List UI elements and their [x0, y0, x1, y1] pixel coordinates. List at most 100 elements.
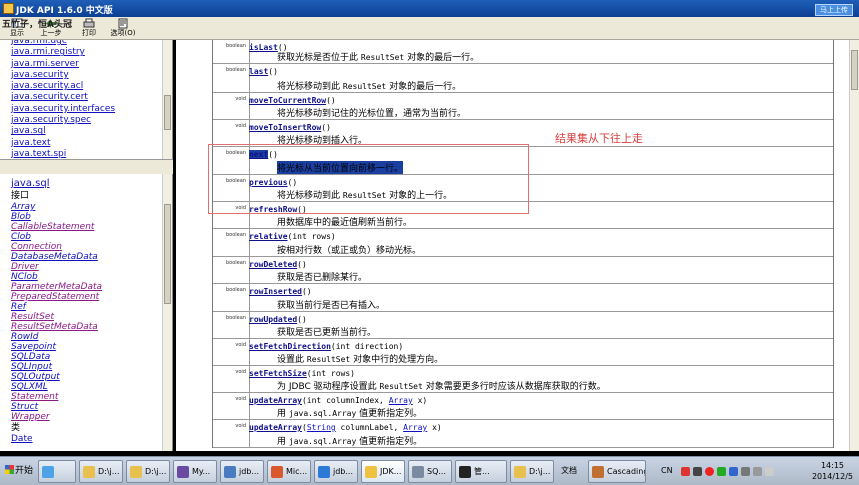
package-link[interactable]: java.security: [11, 70, 115, 81]
package-link[interactable]: java.rmi.dgc: [11, 40, 115, 47]
taskbar-button[interactable]: Cascading S: [588, 460, 646, 483]
taskbar-button[interactable]: 文档: [557, 460, 585, 483]
param-type-link[interactable]: String: [307, 423, 336, 432]
method-description: 获取是否已删除某行。: [277, 270, 367, 283]
interface-link[interactable]: Struct: [11, 402, 102, 412]
package-link[interactable]: java.security.cert: [11, 92, 115, 103]
power-icon[interactable]: [765, 467, 774, 476]
method-name-link[interactable]: last: [249, 67, 268, 76]
param-type-link[interactable]: Array: [389, 396, 413, 405]
method-name-link[interactable]: updateArray: [249, 423, 302, 432]
class-list-pane[interactable]: java.sql 接口 Array Blob CallableStatement Cl…: [0, 174, 173, 451]
taskbar-button[interactable]: 管...: [455, 460, 507, 483]
tray-app-icon[interactable]: [729, 467, 738, 476]
interface-link[interactable]: PreparedStatement: [11, 292, 102, 302]
options-button[interactable]: 选项(O): [106, 18, 140, 40]
method-name-link[interactable]: isLast: [249, 43, 278, 52]
package-link[interactable]: java.security.spec: [11, 115, 115, 126]
clock[interactable]: 14:15 2014/12/5: [812, 460, 853, 482]
method-params: (): [326, 96, 336, 105]
method-row: boolean rowDeleted() 获取是否已删除某行。: [213, 257, 833, 284]
pane-splitter[interactable]: [0, 159, 173, 174]
tray-app-icon[interactable]: [681, 467, 690, 476]
interface-link[interactable]: CallableStatement: [11, 222, 102, 232]
interface-link[interactable]: NClob: [11, 272, 102, 282]
taskbar-button[interactable]: jdb...: [220, 460, 264, 483]
package-link[interactable]: java.sql: [11, 126, 115, 137]
package-link[interactable]: java.rmi.server: [11, 59, 115, 70]
return-type: void: [235, 123, 246, 129]
package-link[interactable]: java.security.interfaces: [11, 104, 115, 115]
method-summary-table: boolean isLast() 获取光标是否位于此 ResultSet 对象的最后…: [212, 40, 834, 448]
language-indicator[interactable]: CN: [661, 466, 673, 475]
taskbar-button[interactable]: jdb...: [314, 460, 358, 483]
method-params: (): [297, 315, 307, 324]
taskbar-button[interactable]: [38, 460, 76, 483]
class-list-scrollbar[interactable]: [162, 174, 172, 451]
content-scrollbar[interactable]: [849, 40, 859, 451]
start-button[interactable]: 开始: [2, 461, 36, 482]
interface-link[interactable]: Statement: [11, 392, 102, 402]
interface-link[interactable]: DatabaseMetaData: [11, 252, 102, 262]
method-name-link[interactable]: rowInserted: [249, 287, 302, 296]
package-list-scrollbar[interactable]: [162, 40, 172, 159]
taskbar-button[interactable]: D:\j...: [510, 460, 554, 483]
scrollbar-thumb[interactable]: [164, 95, 171, 130]
return-type: boolean: [226, 67, 246, 73]
interface-link[interactable]: SQLOutput: [11, 372, 102, 382]
interface-link[interactable]: SQLInput: [11, 362, 102, 372]
taskbar-button[interactable]: D:\j...: [79, 460, 123, 483]
interface-link[interactable]: ParameterMetaData: [11, 282, 102, 292]
tray-app-icon[interactable]: [693, 467, 702, 476]
taskbar-button-label: 管...: [474, 467, 490, 476]
method-description: 用 java.sql.Array 值更新指定列。: [277, 434, 422, 447]
interface-link[interactable]: Array: [11, 202, 102, 212]
method-signature: updateArray(String columnLabel, Array x): [249, 423, 442, 432]
package-link[interactable]: java.text.spi: [11, 149, 115, 159]
interface-link[interactable]: Connection: [11, 242, 102, 252]
method-params: (int rows): [287, 232, 336, 241]
interface-link[interactable]: Savepoint: [11, 342, 102, 352]
taskbar-button[interactable]: SQ...: [408, 460, 452, 483]
param-type-link[interactable]: Array: [403, 423, 427, 432]
method-name-link[interactable]: rowDeleted: [249, 260, 297, 269]
description-text: 设置此: [277, 355, 307, 365]
interface-link[interactable]: Driver: [11, 262, 102, 272]
method-name-link[interactable]: setFetchDirection: [249, 342, 331, 351]
class-link[interactable]: Date: [11, 434, 102, 444]
interface-link[interactable]: SQLXML: [11, 382, 102, 392]
interface-link[interactable]: ResultSetMetaData: [11, 322, 102, 332]
scrollbar-thumb[interactable]: [851, 50, 858, 90]
package-link[interactable]: java.rmi.registry: [11, 47, 115, 58]
interface-link[interactable]: RowId: [11, 332, 102, 342]
tray-app-icon[interactable]: [705, 467, 714, 476]
network-icon[interactable]: [741, 467, 750, 476]
taskbar-button[interactable]: My...: [173, 460, 217, 483]
print-button[interactable]: 打印: [72, 18, 106, 40]
method-name-link[interactable]: setFetchSize: [249, 369, 307, 378]
scrollbar-thumb[interactable]: [164, 204, 171, 304]
interface-link[interactable]: SQLData: [11, 352, 102, 362]
upload-button[interactable]: 马上上传: [815, 4, 853, 16]
method-name-link[interactable]: updateArray: [249, 396, 302, 405]
package-link[interactable]: java.text: [11, 138, 115, 149]
package-list-pane[interactable]: java.rmi.dgc java.rmi.registry java.rmi.se…: [0, 40, 173, 159]
taskbar-button[interactable]: Mic...: [267, 460, 311, 483]
tray-app-icon[interactable]: [717, 467, 726, 476]
volume-icon[interactable]: [753, 467, 762, 476]
clock-time: 14:15: [820, 461, 845, 470]
method-name-link[interactable]: moveToInsertRow: [249, 123, 321, 132]
interface-link[interactable]: Wrapper: [11, 412, 102, 422]
method-name-link[interactable]: moveToCurrentRow: [249, 96, 326, 105]
description-text: 用: [277, 409, 289, 419]
taskbar-button[interactable]: D:\j...: [126, 460, 170, 483]
method-name-link[interactable]: rowUpdated: [249, 315, 297, 324]
interface-link[interactable]: ResultSet: [11, 312, 102, 322]
interface-link[interactable]: Ref: [11, 302, 102, 312]
interface-link[interactable]: Blob: [11, 212, 102, 222]
interface-link[interactable]: Clob: [11, 232, 102, 242]
taskbar-button[interactable]: JDK...: [361, 460, 405, 483]
package-link[interactable]: java.security.acl: [11, 81, 115, 92]
package-title[interactable]: java.sql: [11, 177, 102, 190]
method-name-link[interactable]: relative: [249, 232, 288, 241]
